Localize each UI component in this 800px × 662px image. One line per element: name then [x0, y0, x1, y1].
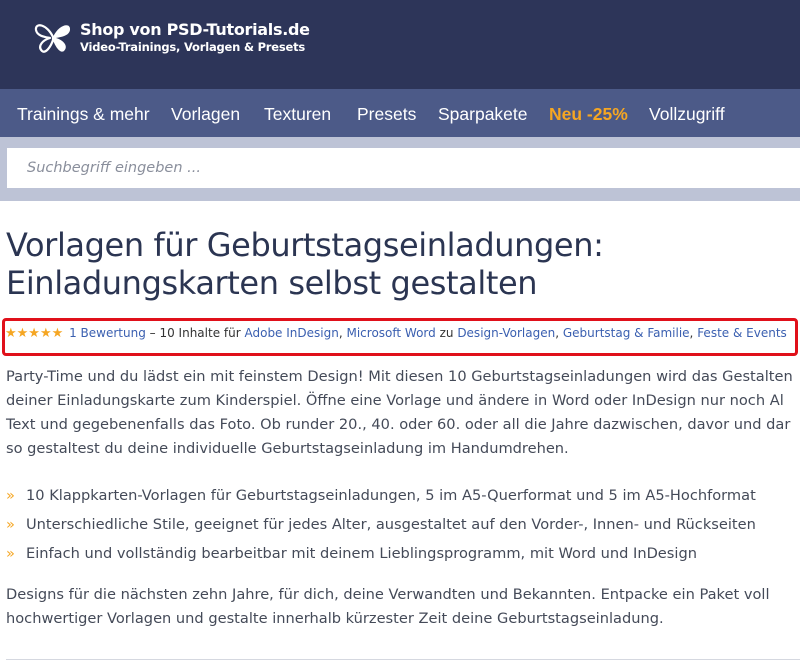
nav-neu-sale[interactable]: Neu -25% — [549, 104, 628, 125]
nav-vorlagen[interactable]: Vorlagen — [171, 104, 240, 125]
description-line: deiner Einladungskarte zum Kinderspiel. … — [6, 392, 784, 409]
feature-list: » 10 Klappkarten-Vorlagen für Geburtstags… — [6, 481, 756, 568]
page-title-line-1: Vorlagen für Geburtstagseinladungen: — [6, 226, 604, 264]
butterfly-logo-icon[interactable] — [33, 20, 73, 54]
nav-texturen[interactable]: Texturen — [264, 104, 331, 125]
category-link-feste[interactable]: Feste & Events — [697, 326, 787, 340]
list-item: » Unterschiedliche Stile, geeignet für je… — [6, 510, 756, 539]
meta-separator: , — [555, 326, 563, 340]
feature-text: 10 Klappkarten-Vorlagen für Geburtstagse… — [26, 487, 756, 504]
meta-count-text: – 10 Inhalte für — [145, 326, 245, 340]
meta-zu-text: zu — [435, 326, 458, 340]
search-bar — [0, 137, 800, 201]
product-description: Party-Time und du lädst ein mit feinstem… — [6, 365, 800, 461]
nav-presets[interactable]: Presets — [357, 104, 416, 125]
list-item: » 10 Klappkarten-Vorlagen für Geburtstags… — [6, 481, 756, 510]
description-line: so gestaltest du deine individuelle Gebu… — [6, 440, 569, 457]
rating-link[interactable]: 1 Bewertung — [69, 326, 146, 340]
site-title[interactable]: Shop von PSD-Tutorials.de — [80, 20, 310, 39]
page-title: Vorlagen für Geburtstagseinladungen: Ein… — [6, 226, 796, 302]
category-link-design-vorlagen[interactable]: Design-Vorlagen — [457, 326, 555, 340]
site-header: Shop von PSD-Tutorials.de Video-Training… — [0, 0, 800, 89]
feature-text: Einfach und vollständig bearbeitbar mit … — [26, 545, 697, 562]
search-input[interactable] — [7, 148, 800, 188]
app-link-word[interactable]: Microsoft Word — [346, 326, 435, 340]
chevron-right-icon: » — [6, 516, 15, 533]
feature-text: Unterschiedliche Stile, geeignet für jed… — [26, 516, 756, 533]
product-outro: Designs für die nächsten zehn Jahre, für… — [6, 583, 800, 631]
product-meta: ★★★★★ 1 Bewertung – 10 Inhalte für Adobe… — [5, 326, 787, 341]
page-title-line-2: Einladungskarten selbst gestalten — [6, 264, 538, 302]
outro-line: Designs für die nächsten zehn Jahre, für… — [6, 586, 770, 603]
outro-line: hochwertiger Vorlagen und gestalte inner… — [6, 610, 664, 627]
rating-stars-icon[interactable]: ★★★★★ — [5, 326, 63, 341]
description-line: Party-Time und du lädst ein mit feinstem… — [6, 368, 793, 385]
chevron-right-icon: » — [6, 487, 15, 504]
app-link-indesign[interactable]: Adobe InDesign — [244, 326, 338, 340]
site-subtitle: Video-Trainings, Vorlagen & Presets — [80, 40, 306, 54]
nav-vollzugriff[interactable]: Vollzugriff — [649, 104, 725, 125]
description-line: Text und gegebenenfalls das Foto. Ob run… — [6, 416, 791, 433]
nav-sparpakete[interactable]: Sparpakete — [438, 104, 528, 125]
main-nav: Trainings & mehr Vorlagen Texturen Prese… — [0, 89, 800, 137]
chevron-right-icon: » — [6, 545, 15, 562]
content-divider — [6, 659, 800, 660]
category-link-geburtstag[interactable]: Geburtstag & Familie — [563, 326, 690, 340]
list-item: » Einfach und vollständig bearbeitbar mit… — [6, 539, 756, 568]
nav-trainings[interactable]: Trainings & mehr — [17, 104, 150, 125]
